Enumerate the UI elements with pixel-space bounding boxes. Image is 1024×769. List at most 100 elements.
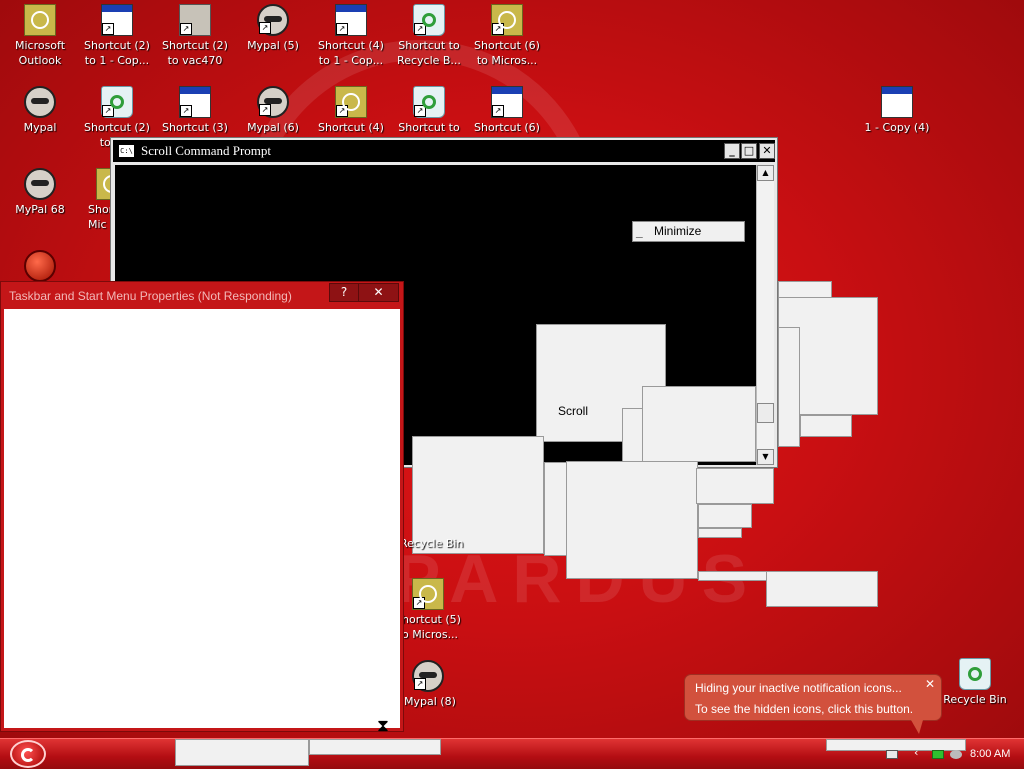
window-icon <box>881 86 913 118</box>
shortcut-arrow-icon: ↗ <box>413 597 425 609</box>
taskbar-button-blank[interactable] <box>309 739 441 755</box>
desktop-icon-shortcut-to[interactable]: ↗ Shortcut to <box>390 86 468 135</box>
shortcut-arrow-icon: ↗ <box>259 104 271 116</box>
vertical-scrollbar[interactable]: ▲ ▼ <box>756 165 774 465</box>
network-shortcut-icon: ↗ <box>179 4 211 36</box>
desktop-icon-microsoft-outlook[interactable]: Microsoft Outlook <box>1 4 79 68</box>
desktop-icon-shortcut-4-copy[interactable]: ↗ Shortcut (4) to 1 - Cop... <box>312 4 390 68</box>
start-button[interactable] <box>10 740 46 768</box>
help-button[interactable]: ? <box>330 284 359 301</box>
desktop-icon-shortcut-2-vac470[interactable]: ↗ Shortcut (2) to vac470 <box>156 4 234 68</box>
desktop-icon-shortcut-3[interactable]: ↗ Shortcut (3) <box>156 86 234 135</box>
shortcut-arrow-icon: ↗ <box>180 23 192 35</box>
recycle-shortcut-icon: ↗ <box>413 86 445 118</box>
desktop-icon-shortcut-4[interactable]: ↗ Shortcut (4) <box>312 86 390 135</box>
desktop-icon-mypal[interactable]: Mypal <box>1 86 79 135</box>
balloon-tail <box>911 720 923 734</box>
ghost-panel <box>698 528 742 538</box>
taskbar-properties-title: Taskbar and Start Menu Properties (Not R… <box>9 289 292 303</box>
desktop-icon-shortcut-5-micros[interactable]: ↗ hortcut (5) o Micros... <box>400 578 470 642</box>
shortcut-arrow-icon: ↗ <box>414 105 426 117</box>
mypal-icon: ↗ <box>257 86 289 118</box>
taskbar-properties-window[interactable]: Taskbar and Start Menu Properties (Not R… <box>0 281 404 736</box>
shortcut-arrow-icon: ↗ <box>414 678 426 690</box>
outlook-shortcut-icon: ↗ <box>412 578 444 610</box>
minimize-icon: _ <box>636 225 643 239</box>
desktop-icon-shortcut-mic[interactable]: Shor Mic <box>72 168 112 232</box>
desktop-icon-mypal-5[interactable]: ↗ Mypal (5) <box>234 4 312 53</box>
shortcut-arrow-icon: ↗ <box>180 105 192 117</box>
outlook-icon <box>24 4 56 36</box>
desktop-icon-recycle-bin[interactable]: Recycle Bin <box>936 658 1014 707</box>
network-icon[interactable] <box>932 750 944 759</box>
ghost-panel <box>800 415 852 437</box>
ghost-panel <box>544 462 568 556</box>
window-shortcut-icon: ↗ <box>101 4 133 36</box>
balloon-close-button[interactable]: ✕ <box>925 677 935 691</box>
context-menu-label: Minimize <box>654 224 702 238</box>
volume-icon[interactable] <box>950 750 962 759</box>
ghost-panel <box>642 386 756 462</box>
minimize-button[interactable]: _ <box>724 143 740 159</box>
desktop-icon-shortcut-6-micros[interactable]: ↗ Shortcut (6) to Micros... <box>468 4 546 68</box>
taskbar-button-blank[interactable] <box>175 739 309 766</box>
window-shortcut-icon: ↗ <box>335 4 367 36</box>
desktop-icon-red-ball[interactable] <box>1 250 79 284</box>
command-prompt-title: Scroll Command Prompt <box>141 143 271 158</box>
context-menu-item-minimize[interactable]: _ Minimize <box>632 221 745 242</box>
ghost-scroll-label: Scroll <box>558 404 589 418</box>
desktop-icon-recycle-bin-partial[interactable]: Recycle Bin <box>400 536 470 551</box>
keyboard-icon[interactable] <box>886 750 898 759</box>
red-ball-icon <box>24 250 56 282</box>
ghost-panel <box>766 571 878 607</box>
scroll-down-button[interactable]: ▼ <box>757 449 774 465</box>
ghost-panel <box>566 461 698 579</box>
outlook-shortcut-icon: ↗ <box>491 4 523 36</box>
shortcut-arrow-icon: ↗ <box>336 105 348 117</box>
system-tray: ‹ 8:00 AM <box>878 741 1024 767</box>
recycle-shortcut-icon: ↗ <box>101 86 133 118</box>
balloon-body: To see the hidden icons, click this butt… <box>695 702 914 716</box>
mypal-icon: ↗ <box>412 660 444 692</box>
balloon-title: Hiding your inactive notification icons.… <box>695 681 902 695</box>
command-prompt-titlebar[interactable]: C:\ Scroll Command Prompt _ □ ✕ <box>113 140 775 162</box>
desktop-icon-mypal-68[interactable]: MyPal 68 <box>1 168 79 217</box>
show-hidden-icons-chevron-icon[interactable]: ‹ <box>914 747 924 759</box>
close-button[interactable]: ✕ <box>759 143 775 159</box>
mypal-icon <box>24 86 56 118</box>
desktop-icon-mypal-8[interactable]: ↗ Mypal (8) <box>400 660 470 709</box>
taskbar-properties-titlebar[interactable]: Taskbar and Start Menu Properties (Not R… <box>1 282 403 308</box>
desktop-icon-1-copy-4[interactable]: 1 - Copy (4) <box>858 86 936 135</box>
shortcut-arrow-icon: ↗ <box>102 23 114 35</box>
ghost-panel <box>696 468 774 504</box>
shortcut-arrow-icon: ↗ <box>102 105 114 117</box>
ghost-panel <box>778 327 800 447</box>
close-button[interactable]: ✕ <box>359 284 398 301</box>
hourglass-cursor-icon: ⧗ <box>377 716 389 736</box>
maximize-button[interactable]: □ <box>741 143 757 159</box>
window-shortcut-icon: ↗ <box>491 86 523 118</box>
shortcut-arrow-icon: ↗ <box>336 23 348 35</box>
scroll-up-button[interactable]: ▲ <box>757 165 774 181</box>
shortcut-arrow-icon: ↗ <box>492 23 504 35</box>
ghost-panel <box>622 408 644 462</box>
mypal-icon <box>24 168 56 200</box>
notification-balloon[interactable]: Hiding your inactive notification icons.… <box>684 674 942 734</box>
clock[interactable]: 8:00 AM <box>970 748 1010 760</box>
console-icon: C:\ <box>119 145 134 157</box>
shortcut-arrow-icon: ↗ <box>492 105 504 117</box>
recycle-bin-icon <box>959 658 991 690</box>
scroll-thumb[interactable] <box>757 403 774 423</box>
desktop-icon-shortcut-6[interactable]: ↗ Shortcut (6) <box>468 86 546 135</box>
taskbar: ‹ 8:00 AM <box>0 738 1024 769</box>
desktop-icon-shortcut-2-copy[interactable]: ↗ Shortcut (2) to 1 - Cop... <box>78 4 156 68</box>
window-shortcut-icon: ↗ <box>179 86 211 118</box>
taskbar-properties-client-area: ⧗ <box>4 309 400 736</box>
mypal-icon: ↗ <box>257 4 289 36</box>
desktop-icon-mypal-6[interactable]: ↗ Mypal (6) <box>234 86 312 135</box>
outlook-shortcut-icon: ↗ <box>335 86 367 118</box>
shortcut-arrow-icon: ↗ <box>414 23 426 35</box>
titlebar-buttons: ? ✕ <box>329 283 399 302</box>
desktop-icon-shortcut-recycle[interactable]: ↗ Shortcut to Recycle B... <box>390 4 468 68</box>
recycle-shortcut-icon: ↗ <box>413 4 445 36</box>
